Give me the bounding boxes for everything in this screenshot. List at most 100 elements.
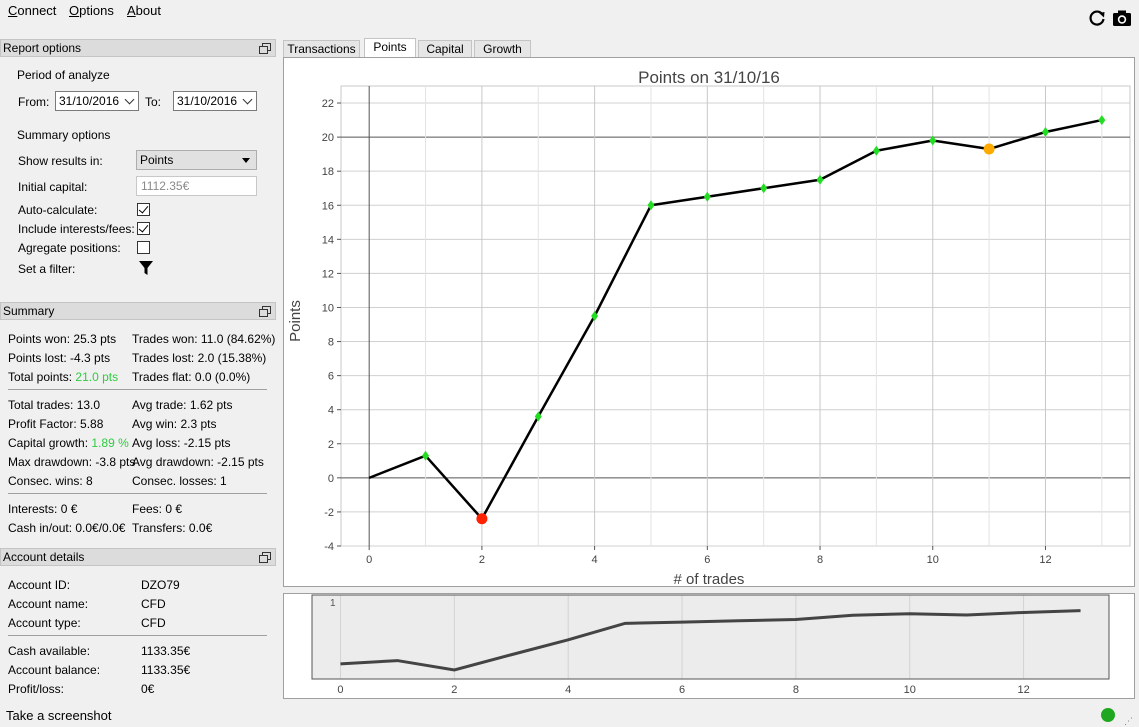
trade-marker: [983, 143, 995, 155]
status-text: Take a screenshot: [6, 708, 112, 723]
initial-capital-label: Initial capital:: [18, 180, 88, 194]
total-points-value: 21.0 pts: [75, 370, 119, 384]
divider: [8, 635, 267, 636]
connection-status-indicator: [1101, 708, 1115, 722]
y-tick-label: 22: [322, 98, 334, 110]
navigator-ticks: 0 2 4 6 8 10 12: [337, 684, 1029, 696]
y-tick-label: -4: [324, 541, 334, 553]
menu-options-mnemonic: O: [69, 3, 80, 18]
summary-title: Summary: [3, 304, 55, 318]
account-type-label: Account type:: [8, 616, 81, 630]
from-date-value: 31/10/2016: [59, 94, 120, 108]
y-tick-label: 6: [328, 371, 334, 383]
y-tick-label: 8: [328, 337, 334, 349]
tab-transactions-label: Transactions: [287, 42, 356, 56]
y-tick-label: 14: [322, 234, 334, 246]
trade-marker: [703, 191, 711, 202]
points-won-label: Points won:: [8, 332, 71, 346]
points-chart-pane[interactable]: Points on 31/10/16 # of trades Points -4…: [283, 57, 1135, 588]
to-date-picker[interactable]: 31/10/2016: [173, 91, 257, 111]
y-tick-label: 18: [322, 166, 334, 178]
trade-marker: [760, 183, 768, 194]
refresh-icon[interactable]: [1087, 8, 1107, 28]
cash-available-value: 1133.35€: [141, 644, 191, 658]
avg-drawdown: Avg drawdown: -2.15 pts: [132, 455, 264, 469]
profit-factor: Profit Factor: 5.88: [8, 417, 104, 431]
aggregate-label: Agregate positions:: [18, 241, 121, 255]
y-tick-label: 4: [328, 405, 334, 417]
navigator-x-tick-label: 12: [1017, 684, 1029, 696]
interests: Interests: 0 €: [8, 502, 78, 516]
include-fees-checkbox[interactable]: [137, 222, 150, 235]
tab-capital-label: Capital: [426, 42, 464, 56]
menu-options[interactable]: Options: [69, 3, 114, 18]
camera-icon[interactable]: [1112, 8, 1132, 28]
capital-growth-label: Capital growth:: [8, 436, 89, 450]
report-options-header: Report options: [0, 39, 276, 57]
navigator-x-tick-label: 6: [679, 684, 685, 696]
menu-about-label: bout: [135, 3, 161, 18]
summary-options-label: Summary options: [17, 128, 111, 142]
aggregate-checkbox[interactable]: [137, 241, 150, 254]
account-name-label: Account name:: [8, 597, 89, 611]
y-tick-label: 20: [322, 132, 334, 144]
resize-grip-icon[interactable]: ⋰: [1124, 716, 1133, 727]
points-won: Points won: 25.3 pts: [8, 332, 116, 346]
navigator-y-tick: 1: [330, 598, 336, 609]
menu-connect-label: onnect: [17, 3, 57, 18]
tab-points[interactable]: Points: [364, 38, 416, 58]
avg-loss: Avg loss: -2.15 pts: [132, 436, 231, 450]
account-id-label: Account ID:: [8, 578, 71, 592]
points-chart[interactable]: Points on 31/10/16 # of trades Points -4…: [284, 58, 1134, 588]
menu-options-label: ptions: [79, 3, 114, 18]
trade-marker: [872, 145, 880, 156]
points-series-line: [368, 118, 1103, 520]
account-balance-label: Account balance:: [8, 663, 101, 677]
from-date-picker[interactable]: 31/10/2016: [55, 91, 139, 111]
initial-capital-input[interactable]: 1112.35€: [136, 176, 257, 196]
total-points: Total points: 21.0 pts: [8, 370, 118, 384]
show-results-label: Show results in:: [18, 154, 103, 168]
menu-about[interactable]: About: [127, 3, 161, 18]
to-date-value: 31/10/2016: [177, 94, 238, 108]
auto-calc-checkbox[interactable]: [137, 203, 150, 216]
transfers: Transfers: 0.0€: [132, 521, 213, 535]
navigator-chart[interactable]: 1 0 2 4 6 8 10 12: [284, 594, 1134, 698]
x-tick-label: 8: [817, 554, 823, 566]
tab-growth[interactable]: Growth: [474, 40, 531, 58]
account-name-value: CFD: [141, 597, 166, 611]
filter-icon[interactable]: [138, 260, 154, 276]
y-tick-label: 12: [322, 268, 334, 280]
y-tick-label: 16: [322, 200, 334, 212]
navigator-pane[interactable]: 1 0 2 4 6 8 10 12: [283, 593, 1135, 699]
trades-lost: Trades lost: 2.0 (15.38%): [132, 351, 267, 365]
avg-win: Avg win: 2.3 pts: [132, 417, 217, 431]
chart-grid: [340, 85, 1131, 547]
account-details-title: Account details: [3, 550, 85, 564]
cash-inout: Cash in/out: 0.0€/0.0€: [8, 521, 126, 535]
tab-capital[interactable]: Capital: [418, 40, 472, 58]
navigator-x-tick-label: 10: [904, 684, 916, 696]
menu-connect[interactable]: Connect: [8, 3, 56, 18]
chevron-down-icon: [124, 94, 135, 105]
navigator-x-tick-label: 0: [337, 684, 343, 696]
consec-losses: Consec. losses: 1: [132, 474, 227, 488]
consec-wins: Consec. wins: 8: [8, 474, 93, 488]
tab-transactions[interactable]: Transactions: [283, 40, 360, 58]
auto-calc-label: Auto-calculate:: [18, 203, 98, 217]
menu-bar: Connect Options About: [0, 0, 1139, 22]
capital-growth: Capital growth: 1.89 %: [8, 436, 129, 450]
x-tick-label: 2: [479, 554, 485, 566]
dock-float-icon[interactable]: [259, 43, 271, 54]
menu-connect-mnemonic: C: [8, 3, 18, 18]
show-results-select[interactable]: Points: [136, 150, 257, 170]
navigator-x-tick-label: 8: [793, 684, 799, 696]
account-id-value: DZO79: [141, 578, 180, 592]
profit-loss-value: 0€: [141, 682, 155, 696]
dock-float-icon[interactable]: [259, 306, 271, 317]
x-tick-label: 4: [592, 554, 598, 566]
points-lost-label: Points lost:: [8, 351, 67, 365]
trade-marker: [816, 174, 824, 185]
from-label: From:: [18, 95, 50, 109]
dock-float-icon[interactable]: [259, 552, 271, 563]
